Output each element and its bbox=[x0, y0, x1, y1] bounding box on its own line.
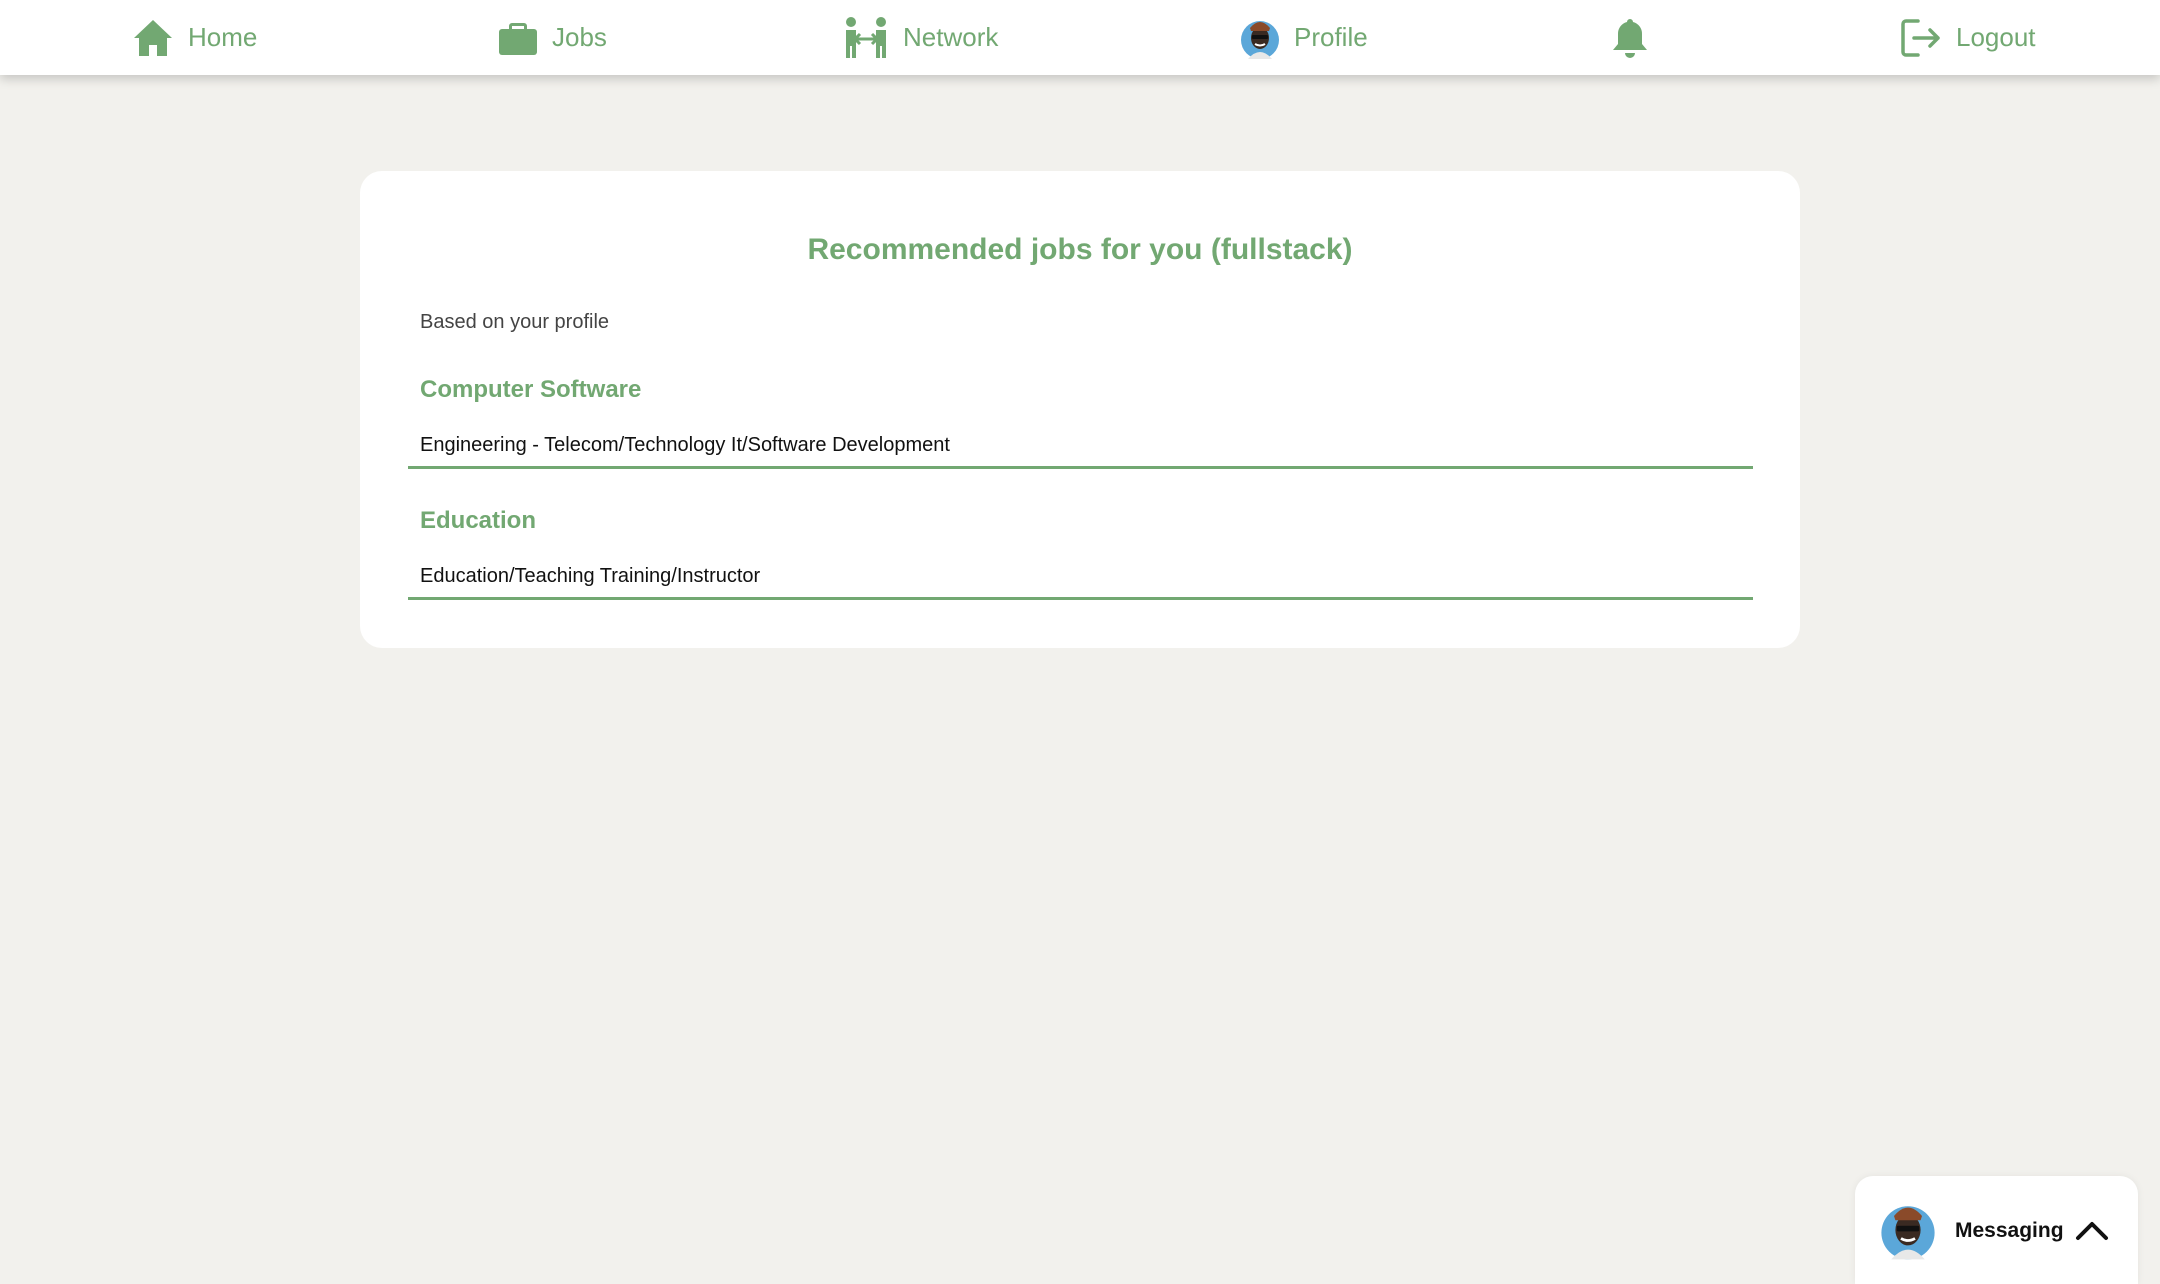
nav-jobs[interactable]: Jobs bbox=[498, 0, 607, 75]
nav-logout-label: Logout bbox=[1956, 22, 2036, 52]
nav-profile[interactable]: Profile bbox=[1240, 0, 1368, 75]
bell-icon bbox=[1611, 17, 1649, 59]
nav-notifications[interactable] bbox=[1611, 0, 1649, 75]
job-category: Engineering - Telecom/Technology It/Soft… bbox=[420, 434, 950, 456]
nav-home-label: Home bbox=[188, 22, 258, 52]
card-subtitle: Based on your profile bbox=[420, 311, 610, 333]
nav-logout[interactable]: Logout bbox=[1900, 0, 2036, 75]
job-industry: Computer Software bbox=[420, 376, 642, 403]
top-navigation-bar: Home Jobs Network Profile Logout bbox=[0, 0, 2160, 75]
chevron-up-icon[interactable] bbox=[2075, 1219, 2109, 1246]
messaging-label: Messaging bbox=[1955, 1219, 2064, 1242]
messaging-avatar bbox=[1880, 1199, 1936, 1266]
job-item[interactable]: Education Education/Teaching Training/In… bbox=[408, 507, 1753, 600]
briefcase-icon bbox=[498, 18, 538, 58]
nav-network[interactable]: Network bbox=[843, 0, 998, 75]
nav-home[interactable]: Home bbox=[132, 0, 257, 75]
job-category: Education/Teaching Training/Instructor bbox=[420, 565, 761, 587]
logout-icon bbox=[1900, 17, 1942, 59]
recommended-jobs-card: Recommended jobs for you (fullstack) Bas… bbox=[360, 171, 1800, 648]
job-industry: Education bbox=[420, 507, 537, 534]
nav-profile-label: Profile bbox=[1294, 22, 1368, 52]
home-icon bbox=[132, 17, 174, 59]
job-item[interactable]: Computer Software Engineering - Telecom/… bbox=[408, 376, 1753, 469]
profile-avatar bbox=[1240, 16, 1280, 60]
messaging-widget[interactable]: Messaging bbox=[1855, 1176, 2138, 1284]
card-title: Recommended jobs for you (fullstack) bbox=[807, 233, 1353, 266]
nav-jobs-label: Jobs bbox=[552, 22, 607, 52]
nav-network-label: Network bbox=[903, 22, 999, 52]
network-icon bbox=[843, 16, 889, 60]
